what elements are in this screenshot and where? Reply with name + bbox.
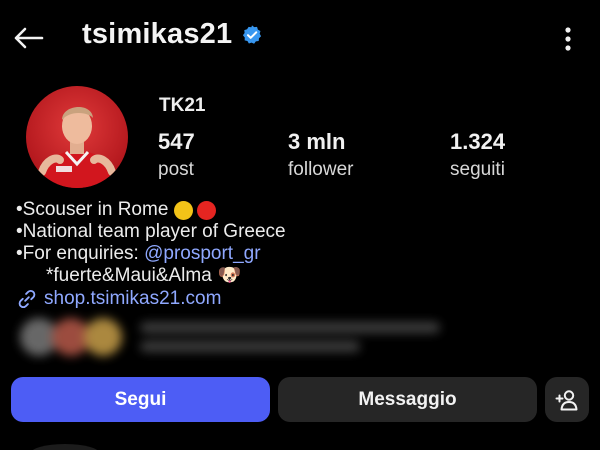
avatar [84,318,122,356]
username: tsimikas21 [82,18,233,50]
add-user-icon [555,389,578,410]
followers-stat[interactable]: 3 mln follower [288,129,353,183]
following-stat[interactable]: 1.324 seguiti [450,129,505,183]
website-link-text: shop.tsimikas21.com [44,288,222,309]
avatar[interactable] [26,86,128,188]
back-button[interactable] [8,20,48,56]
follow-button[interactable]: Segui [11,377,270,422]
blurred-text [140,322,440,333]
more-options-button[interactable] [558,22,578,56]
profile-header: tsimikas21 [0,0,600,78]
suggested-users-button[interactable] [545,377,589,422]
bio: •Scouser in Rome •National team player o… [16,199,286,287]
verified-badge-icon [241,24,263,46]
bio-text: •For enquiries: [16,243,145,264]
red-circle-icon [197,200,217,220]
bio-line: *fuerte&Maui&Alma 🐶 [16,265,286,287]
bio-text: •National team player of Greece [16,221,286,242]
bio-text: *fuerte&Maui&Alma [46,265,212,286]
link-chain-icon [16,288,38,310]
dog-emoji-icon: 🐶 [217,265,242,286]
more-vertical-icon [565,27,571,51]
mention-link[interactable]: @prosport_gr [144,243,260,265]
posts-count: 547 [158,129,195,154]
next-section-hint [30,444,100,450]
message-button[interactable]: Messaggio [278,377,537,422]
website-link[interactable]: shop.tsimikas21.com [16,288,221,310]
bio-line: •For enquiries: @prosport_gr [16,243,286,265]
following-label: seguiti [450,159,505,180]
following-count: 1.324 [450,129,506,154]
followed-by-blurred [16,314,456,360]
arrow-left-icon [14,27,44,49]
posts-label: post [158,159,194,180]
bio-line: •National team player of Greece [16,221,286,243]
bio-text: •Scouser in Rome [16,199,169,220]
display-name: TK21 [159,95,206,116]
blurred-text [140,341,360,352]
followers-count: 3 mln [288,129,346,154]
posts-stat[interactable]: 547 post [158,129,195,183]
bio-line: •Scouser in Rome [16,199,286,221]
yellow-circle-icon [174,200,194,220]
followers-label: follower [288,159,354,180]
username-row: tsimikas21 [82,18,263,51]
